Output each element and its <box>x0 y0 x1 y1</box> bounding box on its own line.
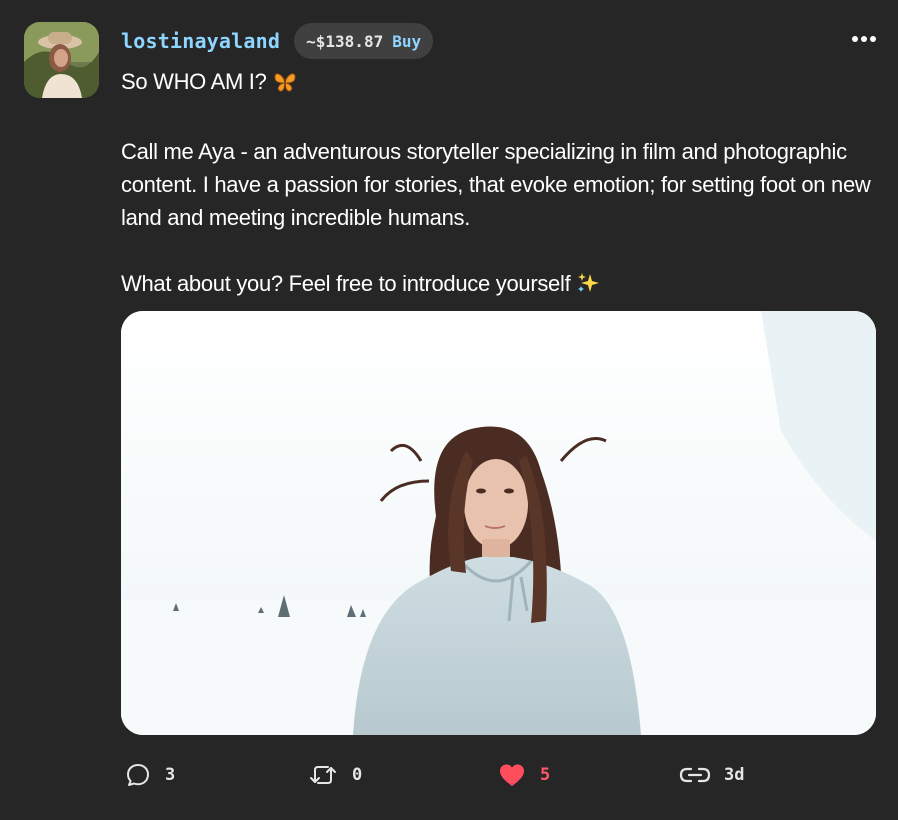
link-icon <box>679 767 711 783</box>
author-avatar[interactable] <box>24 22 99 98</box>
copy-link-button[interactable]: 3d <box>678 758 744 792</box>
post-text: So WHO AM I? Call me Aya - an adventurou… <box>121 65 881 304</box>
post-header: lostinayaland ~$138.87 Buy <box>121 23 434 59</box>
buy-button[interactable]: Buy <box>392 32 421 51</box>
text-line-1: So WHO AM I? <box>121 65 881 102</box>
cast-post: lostinayaland ~$138.87 Buy So WHO AM I? … <box>0 0 898 820</box>
post-actions: 3 0 5 3d <box>121 758 801 792</box>
author-username[interactable]: lostinayaland <box>121 29 280 53</box>
butterfly-emoji-icon <box>273 69 297 102</box>
more-options-icon[interactable] <box>852 36 876 42</box>
post-timestamp: 3d <box>724 765 745 785</box>
sparkles-emoji-icon <box>576 271 600 304</box>
reply-button[interactable]: 3 <box>125 758 175 792</box>
avatar-image <box>24 22 99 98</box>
reply-bubble-icon <box>127 764 149 786</box>
photo-woman-in-snow <box>121 311 876 735</box>
post-image[interactable] <box>121 311 876 735</box>
like-button[interactable]: 5 <box>498 758 550 792</box>
recast-button[interactable]: 0 <box>308 758 362 792</box>
price-value: ~$138.87 <box>306 31 384 51</box>
reply-count: 3 <box>165 765 176 785</box>
recast-icon <box>310 766 336 784</box>
heart-icon <box>500 764 524 786</box>
like-count: 5 <box>540 765 551 785</box>
recast-count: 0 <box>352 765 363 785</box>
text-paragraph-2: Call me Aya - an adventurous storyteller… <box>121 139 871 230</box>
price-pill[interactable]: ~$138.87 Buy <box>294 23 434 59</box>
text-paragraph-3: What about you? Feel free to introduce y… <box>121 267 881 304</box>
